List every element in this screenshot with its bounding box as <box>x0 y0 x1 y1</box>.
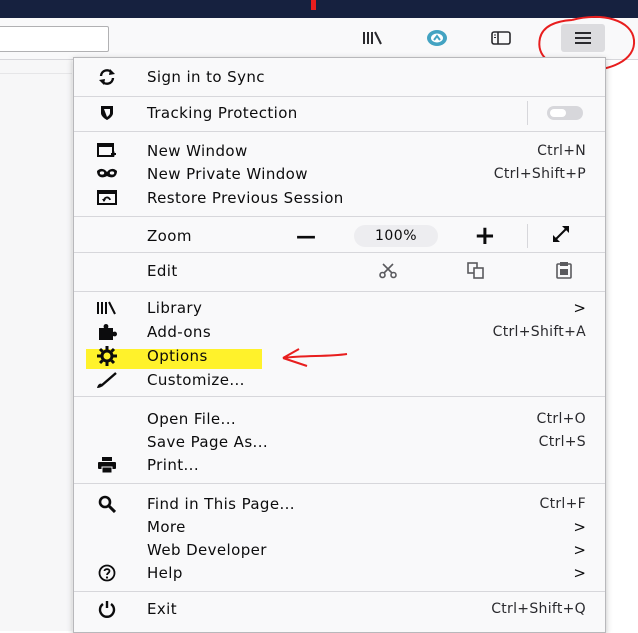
menu-item-label: Web Developer <box>147 541 267 559</box>
menu-item-library[interactable]: Library > <box>74 296 605 320</box>
menu-item-addons[interactable]: Add-ons Ctrl+Shift+A <box>74 320 605 344</box>
menu-item-label: Find in This Page... <box>147 495 295 513</box>
shield-icon <box>96 102 118 124</box>
menu-item-label: Edit <box>147 262 178 280</box>
menu-item-new-window[interactable]: New Window Ctrl+N <box>74 139 605 163</box>
help-icon <box>96 562 118 584</box>
private-mask-icon <box>96 163 118 185</box>
new-window-icon <box>96 140 118 162</box>
puzzle-piece-icon <box>96 321 118 343</box>
menu-item-label: Sign in to Sync <box>147 68 265 86</box>
menu-item-print[interactable]: Print... <box>74 453 605 477</box>
menu-item-label: Save Page As... <box>147 433 269 451</box>
library-icon <box>96 297 118 319</box>
menu-item-label: Tracking Protection <box>147 104 298 122</box>
submenu-arrow-icon: > <box>573 541 586 559</box>
url-bar[interactable] <box>0 26 109 52</box>
printer-icon <box>96 454 118 476</box>
power-icon <box>96 598 118 620</box>
tracking-toggle[interactable] <box>547 106 583 120</box>
menu-item-find[interactable]: Find in This Page... Ctrl+F <box>74 492 605 516</box>
menu-item-shortcut: Ctrl+Shift+Q <box>491 601 586 617</box>
sidebar-icon[interactable] <box>488 26 514 50</box>
menu-item-save-page[interactable]: Save Page As... Ctrl+S <box>74 430 605 454</box>
library-icon[interactable] <box>360 26 386 50</box>
app-menu-panel: Sign in to Sync Tracking Protection New … <box>73 57 606 633</box>
menu-item-sync[interactable]: Sign in to Sync <box>74 65 605 89</box>
cut-icon[interactable] <box>379 263 397 283</box>
menu-item-label: Print... <box>147 456 200 474</box>
zoom-out-button[interactable]: — <box>296 224 316 248</box>
menu-item-label: Add-ons <box>147 323 212 341</box>
menu-item-shortcut: Ctrl+S <box>538 434 586 450</box>
menu-item-tracking-protection[interactable]: Tracking Protection <box>74 101 605 125</box>
search-icon <box>96 493 118 515</box>
menu-item-shortcut: Ctrl+F <box>539 496 586 512</box>
menu-item-label: Options <box>147 347 208 365</box>
menu-item-shortcut: Ctrl+Shift+P <box>493 166 586 182</box>
extension-icon[interactable] <box>424 26 450 50</box>
menu-item-zoom: Zoom — 100% + <box>74 220 605 252</box>
menu-item-label: Library <box>147 299 203 317</box>
submenu-arrow-icon: > <box>573 518 586 536</box>
page-background <box>0 60 72 631</box>
gear-icon <box>96 345 118 367</box>
menu-item-shortcut: Ctrl+Shift+A <box>492 324 586 340</box>
menu-item-new-private-window[interactable]: New Private Window Ctrl+Shift+P <box>74 162 605 186</box>
menu-item-label: Open File... <box>147 410 237 428</box>
sync-icon <box>96 66 118 88</box>
annotation-mark <box>311 0 316 10</box>
menu-item-label: New Private Window <box>147 165 308 183</box>
copy-icon[interactable] <box>467 262 485 284</box>
submenu-arrow-icon: > <box>573 299 586 317</box>
paste-icon[interactable] <box>556 261 572 283</box>
menu-item-label: Help <box>147 564 183 582</box>
menu-item-label: More <box>147 518 186 536</box>
menu-item-label: Customize... <box>147 371 245 389</box>
menu-item-open-file[interactable]: Open File... Ctrl+O <box>74 407 605 431</box>
restore-session-icon <box>96 187 118 209</box>
menu-item-shortcut: Ctrl+O <box>536 411 586 427</box>
menu-item-exit[interactable]: Exit Ctrl+Shift+Q <box>74 597 605 621</box>
menu-item-customize[interactable]: Customize... <box>74 368 605 392</box>
menu-item-restore-session[interactable]: Restore Previous Session <box>74 186 605 210</box>
menu-item-label: New Window <box>147 142 248 160</box>
menu-item-label: Restore Previous Session <box>147 189 344 207</box>
zoom-in-button[interactable]: + <box>474 221 496 251</box>
menu-item-web-developer[interactable]: Web Developer > <box>74 538 605 562</box>
fullscreen-icon[interactable] <box>552 225 570 247</box>
menu-item-help[interactable]: Help > <box>74 561 605 585</box>
menu-item-label: Exit <box>147 600 178 618</box>
zoom-reset-button[interactable]: 100% <box>354 225 438 247</box>
paintbrush-icon <box>96 369 118 391</box>
submenu-arrow-icon: > <box>573 564 586 582</box>
menu-item-shortcut: Ctrl+N <box>537 143 586 159</box>
menu-item-more[interactable]: More > <box>74 515 605 539</box>
menu-item-label: Zoom <box>147 227 192 245</box>
menu-item-edit: Edit <box>74 258 605 284</box>
